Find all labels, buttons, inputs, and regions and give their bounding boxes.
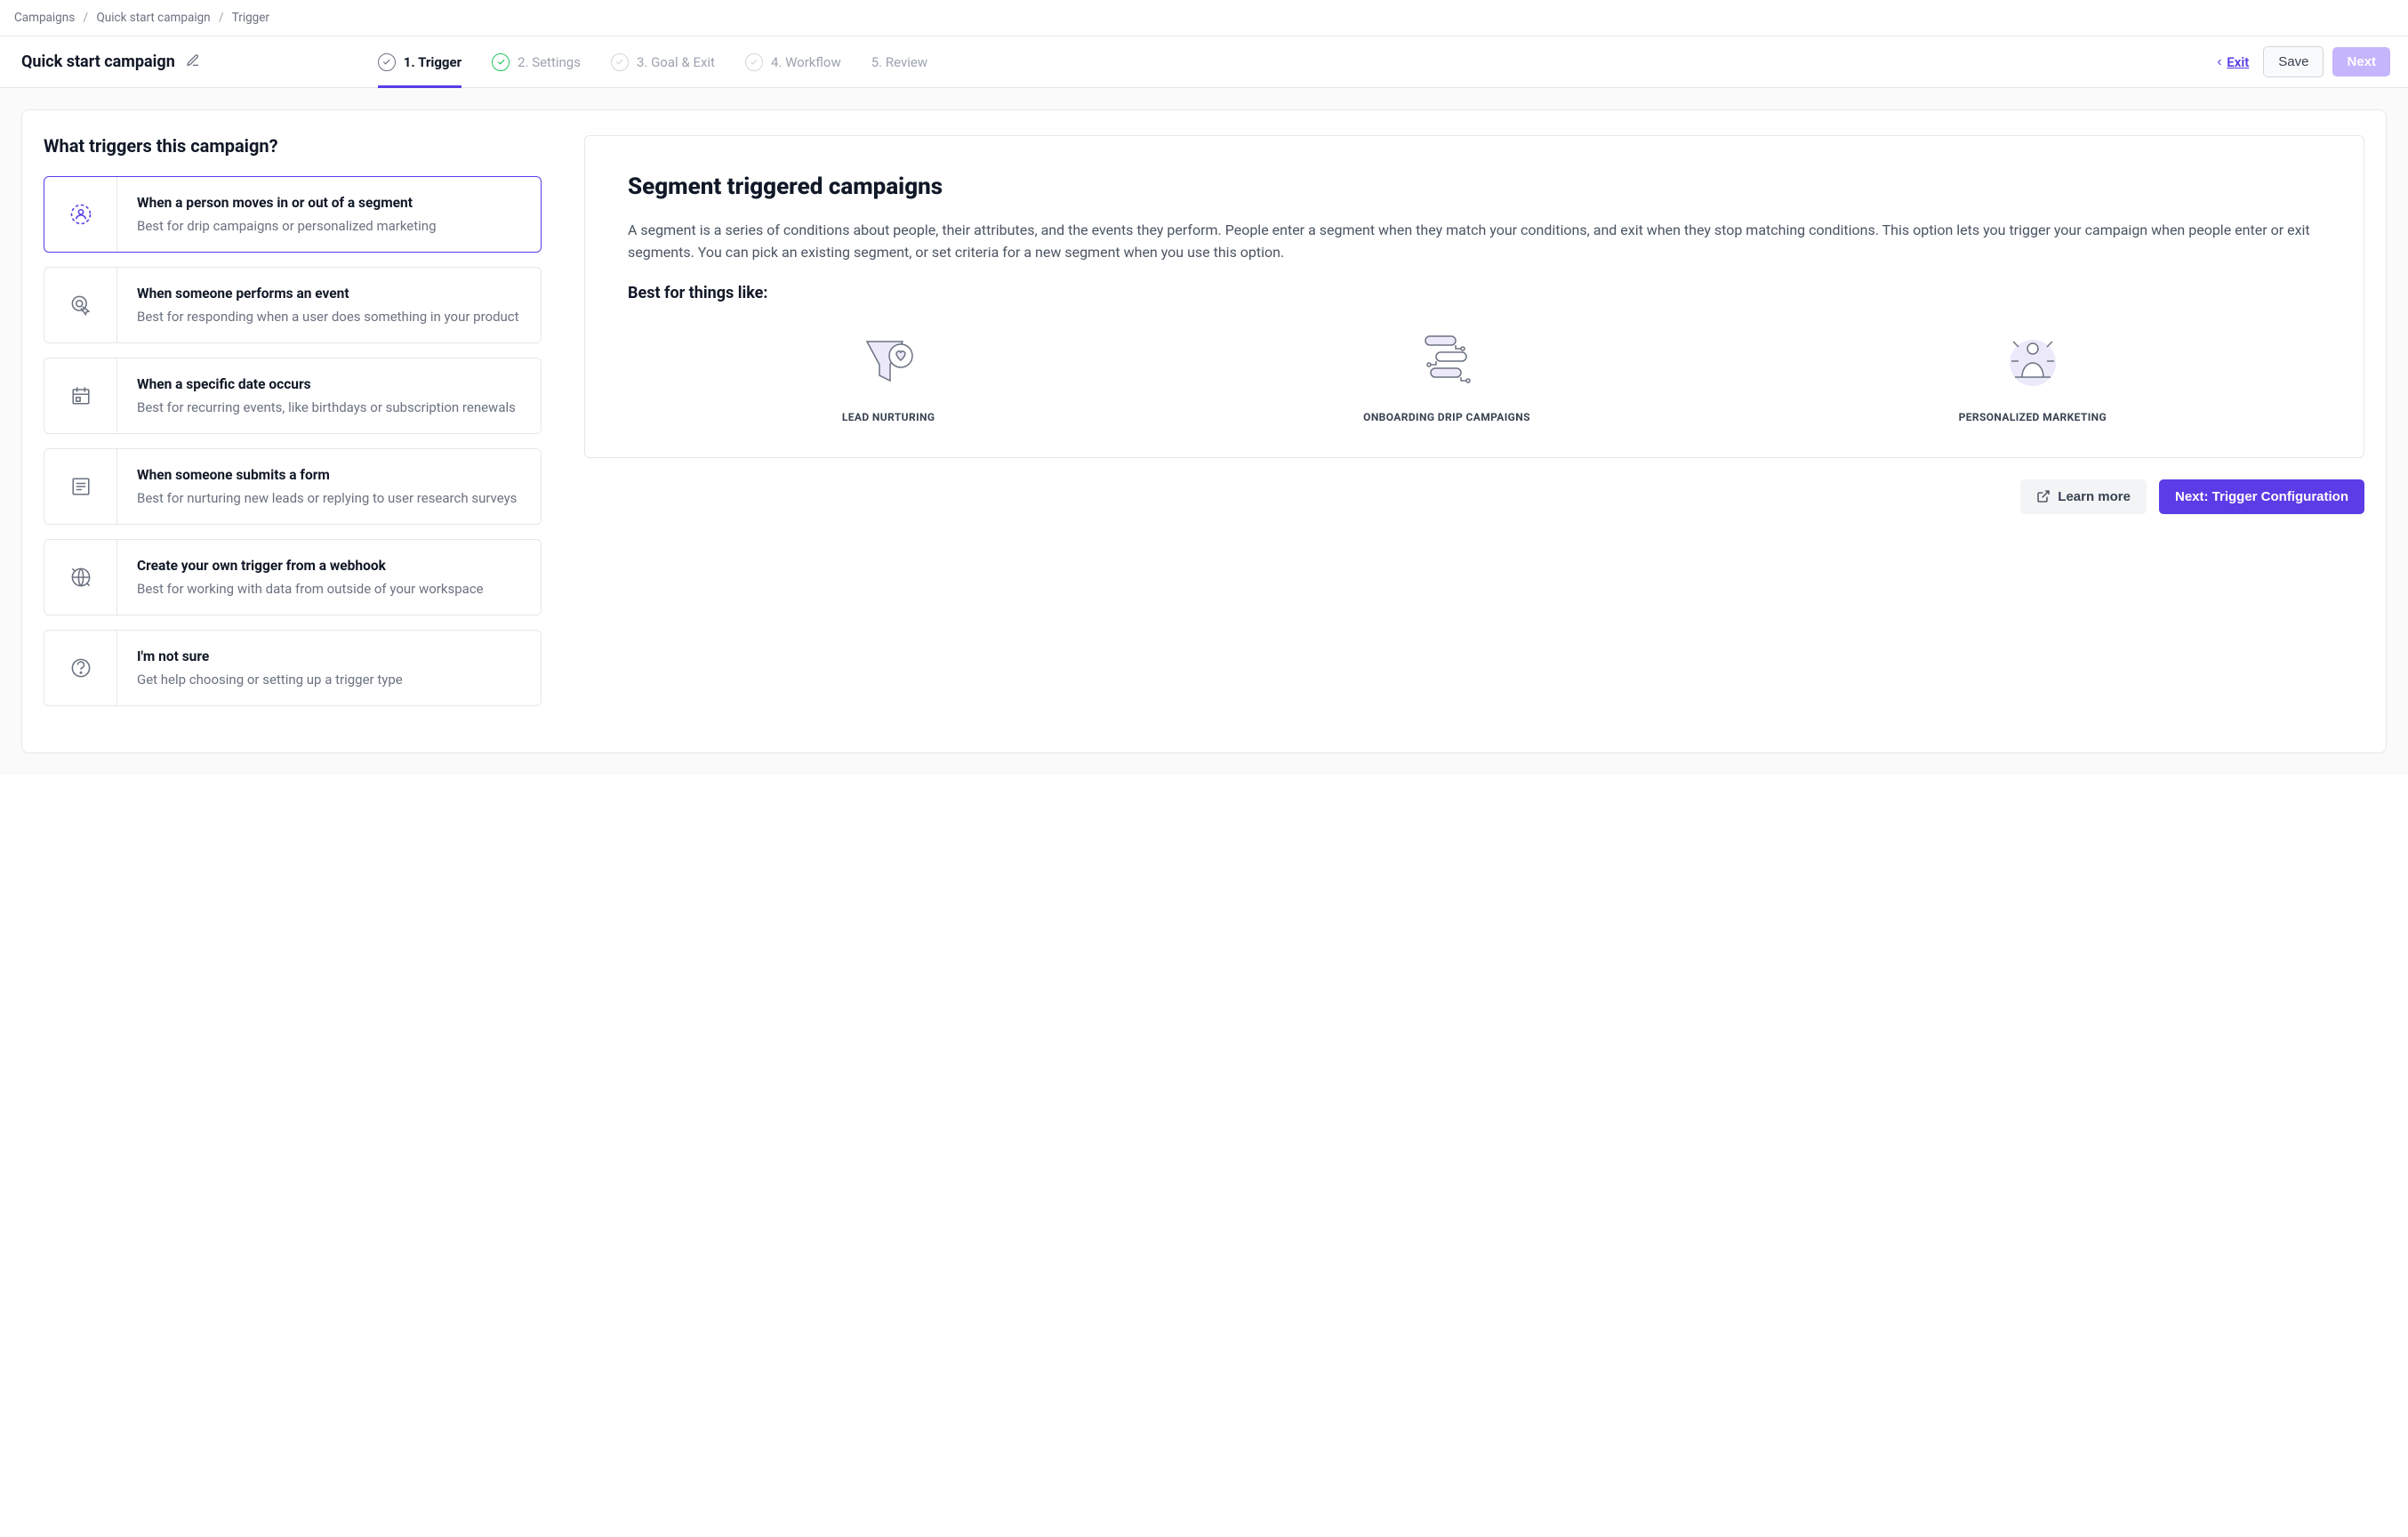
exit-label: Exit — [2227, 54, 2249, 70]
option-title: When someone submits a form — [137, 467, 517, 483]
option-desc: Best for nurturing new leads or replying… — [137, 490, 517, 506]
wizard-steps: 1. Trigger 2. Settings 3. Goal & Exit 4.… — [378, 36, 2215, 87]
option-desc: Best for drip campaigns or personalized … — [137, 218, 437, 234]
step-trigger[interactable]: 1. Trigger — [378, 36, 462, 87]
check-circle-icon — [378, 53, 396, 71]
breadcrumb-separator: / — [219, 11, 224, 25]
check-circle-icon — [492, 53, 510, 71]
breadcrumb: Campaigns / Quick start campaign / Trigg… — [0, 0, 2408, 36]
external-link-icon — [2036, 489, 2051, 503]
segment-person-icon — [44, 177, 117, 252]
best-for-label: ONBOARDING DRIP CAMPAIGNS — [1363, 411, 1530, 423]
check-circle-icon — [611, 53, 629, 71]
page-title: Quick start campaign — [21, 52, 175, 71]
chevron-left-icon — [2214, 57, 2225, 68]
trigger-option-not-sure[interactable]: I'm not sure Get help choosing or settin… — [44, 630, 542, 706]
learn-more-label: Learn more — [2058, 489, 2131, 504]
option-desc: Best for working with data from outside … — [137, 581, 484, 597]
step-review[interactable]: 5. Review — [871, 36, 927, 87]
triggers-heading: What triggers this campaign? — [44, 135, 542, 157]
option-title: When someone performs an event — [137, 286, 519, 302]
edit-title-icon[interactable] — [186, 53, 200, 71]
option-title: When a person moves in or out of a segme… — [137, 195, 437, 211]
breadcrumb-current: Trigger — [232, 11, 269, 25]
option-title: When a specific date occurs — [137, 376, 516, 392]
person-spotlight-icon — [2001, 326, 2065, 397]
option-desc: Best for responding when a user does som… — [137, 309, 519, 325]
detail-heading: Segment triggered campaigns — [628, 173, 2321, 200]
funnel-heart-icon — [856, 326, 920, 397]
exit-link[interactable]: Exit — [2214, 54, 2249, 70]
step-workflow[interactable]: 4. Workflow — [745, 36, 841, 87]
event-target-icon — [44, 268, 117, 342]
option-desc: Best for recurring events, like birthday… — [137, 399, 516, 415]
option-title: Create your own trigger from a webhook — [137, 558, 484, 574]
breadcrumb-item[interactable]: Campaigns — [14, 11, 75, 25]
trigger-option-date[interactable]: When a specific date occurs Best for rec… — [44, 358, 542, 434]
next-button[interactable]: Next — [2332, 47, 2390, 76]
calendar-icon — [44, 358, 117, 433]
trigger-option-form[interactable]: When someone submits a form Best for nur… — [44, 448, 542, 525]
detail-body: A segment is a series of conditions abou… — [628, 220, 2321, 264]
step-goal-exit[interactable]: 3. Goal & Exit — [611, 36, 715, 87]
step-label: 5. Review — [871, 54, 927, 70]
best-for-item: ONBOARDING DRIP CAMPAIGNS — [1363, 326, 1530, 423]
learn-more-button[interactable]: Learn more — [2020, 479, 2147, 514]
best-for-heading: Best for things like: — [628, 284, 2321, 302]
step-label: 3. Goal & Exit — [637, 54, 715, 70]
option-title: I'm not sure — [137, 648, 403, 664]
best-for-label: PERSONALIZED MARKETING — [1959, 411, 2107, 423]
save-button[interactable]: Save — [2263, 46, 2324, 77]
flow-steps-icon — [1415, 326, 1479, 397]
trigger-detail-panel: Segment triggered campaigns A segment is… — [584, 135, 2364, 458]
step-label: 4. Workflow — [771, 54, 841, 70]
form-icon — [44, 449, 117, 524]
best-for-item: PERSONALIZED MARKETING — [1959, 326, 2107, 423]
option-desc: Get help choosing or setting up a trigge… — [137, 672, 403, 688]
globe-sync-icon — [44, 540, 117, 615]
trigger-option-segment[interactable]: When a person moves in or out of a segme… — [44, 176, 542, 253]
breadcrumb-separator: / — [84, 11, 89, 25]
step-label: 2. Settings — [518, 54, 581, 70]
breadcrumb-item[interactable]: Quick start campaign — [96, 11, 210, 25]
next-trigger-config-button[interactable]: Next: Trigger Configuration — [2159, 479, 2364, 514]
topbar: Quick start campaign 1. Trigger 2. Setti… — [0, 36, 2408, 88]
best-for-label: LEAD NURTURING — [842, 411, 935, 423]
trigger-option-event[interactable]: When someone performs an event Best for … — [44, 267, 542, 343]
trigger-option-webhook[interactable]: Create your own trigger from a webhook B… — [44, 539, 542, 616]
step-settings[interactable]: 2. Settings — [492, 36, 581, 87]
best-for-item: LEAD NURTURING — [842, 326, 935, 423]
check-circle-icon — [745, 53, 763, 71]
step-label: 1. Trigger — [404, 54, 462, 70]
question-icon — [44, 631, 117, 705]
